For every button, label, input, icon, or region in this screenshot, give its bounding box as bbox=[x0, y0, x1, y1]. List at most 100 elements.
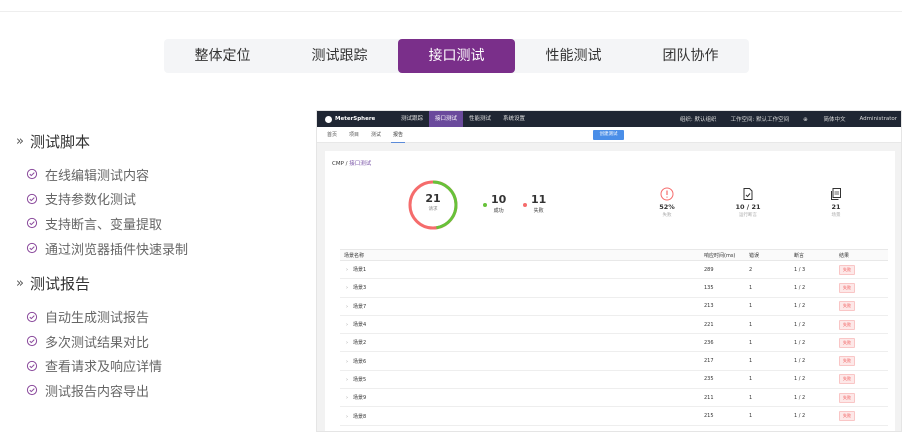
table-row[interactable]: › 场景6 217 1 1 / 2 失败 bbox=[340, 351, 888, 371]
scenario-name: › 场景4 bbox=[340, 315, 700, 335]
nav-item[interactable]: 性能测试 bbox=[463, 111, 497, 127]
result-cell: 失败 bbox=[835, 370, 888, 390]
check-circle-icon bbox=[26, 242, 38, 254]
result-cell: 失败 bbox=[835, 315, 888, 335]
assertion-ratio: 1 / 3 bbox=[790, 260, 835, 280]
col-header: 响应时间(ms) bbox=[700, 249, 745, 261]
status-badge: 失败 bbox=[839, 337, 855, 348]
app-navbar: MeterSphere 测试跟踪 接口测试 性能测试 系统设置 组织: 默认组织… bbox=[317, 111, 901, 127]
subnav-item[interactable]: 首页 bbox=[325, 131, 339, 138]
tab-api-testing[interactable]: 接口测试 bbox=[398, 39, 515, 73]
double-chevron-icon: » bbox=[16, 275, 24, 291]
list-item: 通过浏览器插件快速录制 bbox=[16, 236, 296, 261]
assertion-metric: 10 / 21 运行断言 bbox=[728, 187, 768, 218]
tab-performance[interactable]: 性能测试 bbox=[515, 39, 632, 73]
chevron-right-icon[interactable]: › bbox=[346, 322, 348, 328]
check-circle-icon bbox=[26, 360, 38, 371]
table-row[interactable]: › 场景4 221 1 1 / 2 失败 bbox=[340, 315, 888, 335]
fail-dot bbox=[523, 203, 527, 207]
error-count: 1 bbox=[745, 370, 790, 390]
app-screenshot: MeterSphere 测试跟踪 接口测试 性能测试 系统设置 组织: 默认组织… bbox=[316, 110, 902, 432]
success-dot bbox=[483, 203, 487, 207]
user-menu[interactable]: Administrator bbox=[860, 116, 898, 122]
error-count: 1 bbox=[745, 333, 790, 353]
nav-item-active[interactable]: 接口测试 bbox=[429, 111, 464, 127]
scenario-name: › 场景1 bbox=[340, 260, 700, 280]
alert-circle-icon bbox=[660, 187, 674, 201]
fail-stat: 11 失败 bbox=[523, 194, 546, 214]
list-item: 在线编辑测试内容 bbox=[16, 162, 296, 187]
check-circle-icon bbox=[26, 218, 38, 229]
assertion-ratio: 1 / 2 bbox=[790, 351, 835, 371]
assertion-ratio: 1 / 2 bbox=[790, 388, 835, 408]
assertion-ratio: 1 / 2 bbox=[790, 370, 835, 390]
status-badge: 失败 bbox=[839, 282, 855, 293]
response-time: 289 bbox=[700, 260, 745, 280]
chevron-right-icon[interactable]: › bbox=[346, 340, 348, 346]
table-row[interactable]: › 场景3 135 1 1 / 2 失败 bbox=[340, 278, 888, 298]
feature-list: » 测试脚本 在线编辑测试内容 支持参数化测试 支持断言、变量提取 通过浏览器插… bbox=[16, 128, 296, 403]
scenario-name: › 场景9 bbox=[340, 388, 700, 408]
feature-tabs: 整体定位 测试跟踪 接口测试 性能测试 团队协作 bbox=[164, 39, 749, 73]
response-time: 135 bbox=[700, 278, 745, 298]
col-header: 场景名称 bbox=[340, 249, 700, 261]
sub-navbar: 首页 项目 测试 报告 创建测试 bbox=[317, 127, 901, 143]
total-requests: 21 请求 bbox=[425, 192, 441, 212]
scenario-table: 场景名称 响应时间(ms) 错误 断言 结果 › 场景1 289 2 1 / 3 失败 › 场… bbox=[340, 249, 888, 426]
subnav-item[interactable]: 项目 bbox=[347, 131, 361, 138]
response-time: 235 bbox=[700, 370, 745, 390]
org-selector[interactable]: 组织: 默认组织 bbox=[680, 115, 717, 123]
chevron-right-icon[interactable]: › bbox=[346, 359, 348, 365]
result-cell: 失败 bbox=[835, 297, 888, 316]
chevron-right-icon[interactable]: › bbox=[346, 304, 348, 310]
scenario-name: › 场景8 bbox=[340, 406, 700, 426]
assertion-ratio: 1 / 2 bbox=[790, 406, 835, 426]
list-item: 多次测试结果对比 bbox=[16, 329, 296, 354]
subnav-item[interactable]: 测试 bbox=[369, 131, 383, 138]
nav-item[interactable]: 测试跟踪 bbox=[395, 111, 429, 127]
section-title-scripts: » 测试脚本 bbox=[16, 132, 90, 151]
list-item: 支持断言、变量提取 bbox=[16, 211, 296, 236]
col-header: 结果 bbox=[835, 249, 888, 261]
table-row[interactable]: › 场景5 235 1 1 / 2 失败 bbox=[340, 370, 888, 390]
check-circle-icon bbox=[26, 336, 38, 347]
response-time: 215 bbox=[700, 406, 745, 426]
create-test-button[interactable]: 创建测试 bbox=[593, 130, 624, 140]
tab-test-tracking[interactable]: 测试跟踪 bbox=[281, 39, 398, 73]
table-row[interactable]: › 场景8 215 1 1 / 2 失败 bbox=[340, 406, 888, 426]
workspace-selector[interactable]: 工作空间: 默认工作空间 bbox=[731, 115, 790, 123]
success-stat: 10 成功 bbox=[483, 194, 506, 214]
tab-team[interactable]: 团队协作 bbox=[632, 39, 749, 73]
table-row[interactable]: › 场景7 213 1 1 / 2 失败 bbox=[340, 297, 888, 316]
breadcrumb: CMP / 接口测试 bbox=[332, 161, 372, 167]
assertion-ratio: 1 / 2 bbox=[790, 297, 835, 316]
assertion-ratio: 1 / 2 bbox=[790, 278, 835, 298]
result-cell: 失败 bbox=[835, 333, 888, 353]
result-cell: 失败 bbox=[835, 351, 888, 371]
document-check-icon bbox=[743, 188, 753, 200]
list-item: 自动生成测试报告 bbox=[16, 304, 296, 329]
chevron-right-icon[interactable]: › bbox=[346, 414, 348, 420]
chevron-right-icon[interactable]: › bbox=[346, 395, 348, 401]
list-item: 测试报告内容导出 bbox=[16, 378, 296, 403]
table-row[interactable]: › 场景1 289 2 1 / 3 失败 bbox=[340, 260, 888, 280]
top-divider bbox=[0, 11, 902, 12]
error-count: 1 bbox=[745, 351, 790, 371]
col-header: 错误 bbox=[745, 249, 790, 261]
language-selector[interactable]: ⊕ 简体中文 bbox=[803, 115, 845, 123]
subnav-item-active[interactable]: 报告 bbox=[391, 127, 406, 143]
chevron-right-icon[interactable]: › bbox=[346, 285, 348, 291]
logo-icon bbox=[325, 115, 332, 123]
nav-item[interactable]: 系统设置 bbox=[497, 111, 531, 127]
table-row[interactable]: › 场景9 211 1 1 / 2 失败 bbox=[340, 388, 888, 408]
table-row[interactable]: › 场景2 236 1 1 / 2 失败 bbox=[340, 333, 888, 353]
check-circle-icon bbox=[26, 169, 38, 180]
status-badge: 失败 bbox=[839, 319, 855, 330]
scenario-metric: 21 场景 bbox=[816, 187, 856, 218]
scenario-name: › 场景2 bbox=[340, 333, 700, 353]
chevron-right-icon[interactable]: › bbox=[346, 267, 348, 273]
chevron-right-icon[interactable]: › bbox=[346, 377, 348, 383]
scenario-name: › 场景3 bbox=[340, 278, 700, 298]
response-time: 217 bbox=[700, 351, 745, 371]
tab-positioning[interactable]: 整体定位 bbox=[164, 39, 281, 73]
